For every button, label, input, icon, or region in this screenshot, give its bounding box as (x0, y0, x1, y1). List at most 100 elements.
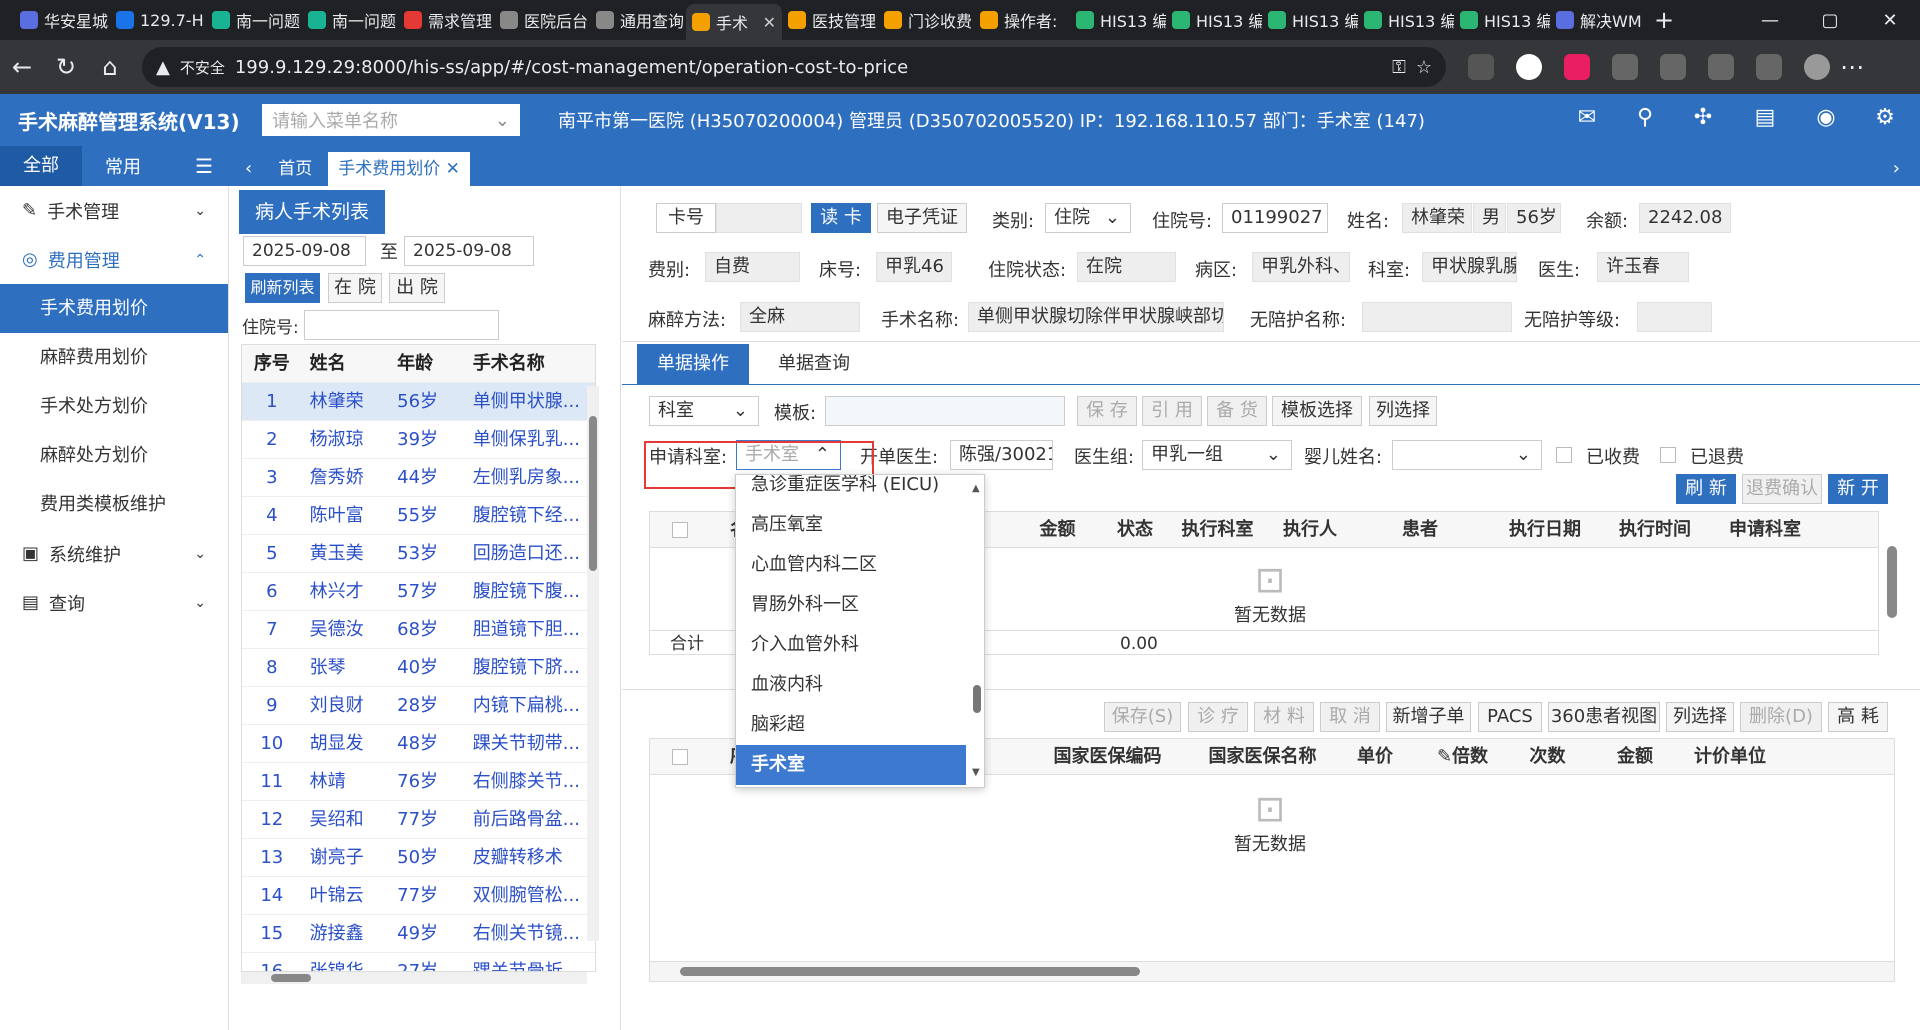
browser-tab[interactable]: 操作者: (974, 4, 1070, 36)
table-row[interactable]: 16 张锦华 27岁 踝关节骨折... (242, 953, 595, 971)
table-row[interactable]: 6 林兴才 57岁 腹腔镜下腹... (242, 573, 595, 611)
browser-tab[interactable]: 医院后台 (494, 4, 590, 36)
table-row[interactable]: 4 陈叶富 55岁 腹腔镜下经... (242, 497, 595, 535)
group-select[interactable]: 甲乳一组 ⌄ (1142, 440, 1292, 470)
table-row[interactable]: 11 林靖 76岁 右侧膝关节... (242, 763, 595, 801)
theme-icon[interactable]: ◉ (1812, 104, 1840, 132)
dropdown-option[interactable]: 高压氧室 (736, 505, 966, 545)
close-icon[interactable]: ✕ (763, 13, 776, 32)
browser-tab[interactable]: 医技管理 (782, 4, 878, 36)
browser-tab[interactable]: HIS13 编 (1070, 4, 1166, 36)
sidebar-group-fee[interactable]: ◎ 费用管理 ⌃ (0, 235, 228, 284)
detail-column-select-button[interactable]: 列选择 (1666, 702, 1734, 732)
browser-tab[interactable]: HIS13 编 (1454, 4, 1550, 36)
pin-icon[interactable]: ⚲ (1631, 104, 1659, 132)
detail-grid-hscrollbar[interactable] (650, 961, 1894, 981)
table-row[interactable]: 13 谢亮子 50岁 皮瓣转移术 (242, 839, 595, 877)
tab-current[interactable]: 手术费用划价 ✕ (328, 152, 470, 186)
add-sub-order-button[interactable]: 新增子单 (1386, 702, 1471, 732)
download-icon[interactable] (1756, 54, 1782, 80)
star-icon[interactable]: ☆ (1416, 57, 1432, 78)
quote-button[interactable]: 引 用 (1142, 396, 1202, 426)
table-row[interactable]: 14 叶锦云 77岁 双侧腕管松... (242, 877, 595, 915)
table-row[interactable]: 7 吴德汝 68岁 胆道镜下胆... (242, 611, 595, 649)
tab-home[interactable]: 首页 (268, 152, 322, 186)
table-row[interactable]: 1 林肇荣 56岁 单侧甲状腺... (242, 383, 595, 421)
close-icon[interactable]: ✕ (446, 159, 460, 179)
discharged-button[interactable]: 出 院 (389, 273, 445, 303)
scrollbar-thumb[interactable] (680, 967, 1140, 976)
tabs-next-icon[interactable]: › (1883, 152, 1910, 186)
browser-tab[interactable]: 门诊收费 (878, 4, 974, 36)
menu-toggle-icon[interactable]: ☰ (195, 154, 213, 178)
read-card-button[interactable]: 读 卡 (811, 203, 871, 233)
apply-dept-dropdown[interactable]: 急诊重症医学科 (EICU) 高压氧室 心血管内科二区 胃肠外科一区 介入血管外科 血液内… (735, 474, 985, 788)
table-row[interactable]: 8 张琴 40岁 腹腔镜下脐... (242, 649, 595, 687)
stock-button[interactable]: 备 货 (1207, 396, 1267, 426)
dropdown-option[interactable]: 急诊重症医学科 (EICU) (736, 475, 966, 505)
patient-table-scrollbar[interactable] (587, 386, 599, 941)
avatar[interactable] (1804, 54, 1830, 80)
inhosp-no-field[interactable]: 01199027 (1222, 203, 1328, 233)
refresh-button[interactable]: 刷 新 (1676, 474, 1736, 504)
date-to-input[interactable]: 2025-09-08 (404, 236, 534, 266)
dept-select[interactable]: 科室 ⌄ (649, 396, 759, 426)
browser-tab[interactable]: 南一问题 (206, 4, 302, 36)
browser-tab[interactable]: 需求管理 (398, 4, 494, 36)
sidebar-item-anes-rx[interactable]: 麻醉处方划价 (0, 431, 228, 480)
menu-search-input[interactable]: 请输入菜单名称 ⌄ (262, 104, 520, 136)
detail-cancel-button[interactable]: 取 消 (1320, 702, 1380, 732)
patient-360-button[interactable]: 360患者视图 (1548, 702, 1660, 732)
gear-icon[interactable]: ⚙ (1871, 104, 1899, 132)
tab-order-query[interactable]: 单据查询 (758, 344, 870, 384)
browser-tab[interactable]: 手术 ✕ (686, 4, 782, 40)
sidebar-group-surgery[interactable]: ✎ 手术管理 ⌄ (0, 186, 228, 235)
save-button[interactable]: 保 存 (1077, 396, 1137, 426)
date-from-input[interactable]: 2025-09-08 (243, 236, 366, 266)
refunded-checkbox[interactable] (1660, 447, 1676, 463)
dropdown-option[interactable]: 介入血管外科 (736, 625, 966, 665)
patient-table-hscrollbar[interactable] (241, 972, 587, 984)
puzzle-icon[interactable] (1660, 54, 1686, 80)
material-button[interactable]: 材 料 (1254, 702, 1314, 732)
browser-tab[interactable]: 解决WM (1550, 4, 1646, 36)
scrollbar-thumb[interactable] (973, 685, 981, 713)
back-icon[interactable]: ← (0, 53, 44, 81)
message-icon[interactable]: ✉ (1573, 104, 1601, 132)
doctor-input[interactable]: 陈强/30021 (950, 440, 1053, 470)
template-input[interactable] (825, 396, 1065, 426)
e-voucher-button[interactable]: 电子凭证 (877, 203, 967, 233)
new-order-button[interactable]: 新 开 (1828, 474, 1888, 504)
detail-save-button[interactable]: 保存(S) (1104, 702, 1181, 732)
browser-tab[interactable]: 华安星城 (14, 4, 110, 36)
pacs-button[interactable]: PACS (1478, 702, 1542, 732)
browser-tab[interactable]: 通用查询 (590, 4, 686, 36)
url-field[interactable]: ▲ 不安全 199.9.129.29:8000/his-ss/app/#/cos… (142, 47, 1446, 87)
maximize-icon[interactable]: ▢ (1800, 10, 1860, 31)
card-no-input[interactable] (716, 203, 802, 233)
sidebar-item-anes-fee[interactable]: 麻醉费用划价 (0, 333, 228, 382)
table-row[interactable]: 12 吴绍和 77岁 前后路骨盆... (242, 801, 595, 839)
browser-tab[interactable]: HIS13 编 (1166, 4, 1262, 36)
delete-button[interactable]: 删除(D) (1740, 702, 1822, 732)
scroll-up-icon[interactable]: ▲ (972, 483, 982, 494)
browser-tab[interactable]: 南一问题 (302, 4, 398, 36)
tab-order-ops[interactable]: 单据操作 (637, 344, 749, 384)
table-row[interactable]: 2 杨淑琼 39岁 单侧保乳乳... (242, 421, 595, 459)
select-all-checkbox[interactable] (672, 522, 688, 538)
sidebar-group-query[interactable]: ▤ 查询 ⌄ (0, 578, 228, 627)
scrollbar-thumb[interactable] (589, 416, 597, 571)
scroll-down-icon[interactable]: ▼ (972, 767, 982, 778)
browser-tab[interactable]: 129.7-H (110, 4, 206, 36)
profile-extension-icon[interactable] (1516, 54, 1542, 80)
dropdown-option[interactable]: 手术室 (736, 745, 966, 785)
tabs-prev-icon[interactable]: ‹ (235, 152, 262, 186)
dropdown-option[interactable]: 血液内科 (736, 665, 966, 705)
sidebar-item-surgery-fee[interactable]: 手术费用划价 (0, 284, 228, 333)
table-row[interactable]: 5 黄玉美 53岁 回肠造口还... (242, 535, 595, 573)
table-row[interactable]: 15 游接鑫 49岁 右侧关节镜... (242, 915, 595, 953)
dropdown-option[interactable]: 心血管内科二区 (736, 545, 966, 585)
table-row[interactable]: 10 胡显发 48岁 踝关节韧带... (242, 725, 595, 763)
history-icon[interactable] (1708, 54, 1734, 80)
dropdown-option[interactable]: 胃肠外科一区 (736, 585, 966, 625)
